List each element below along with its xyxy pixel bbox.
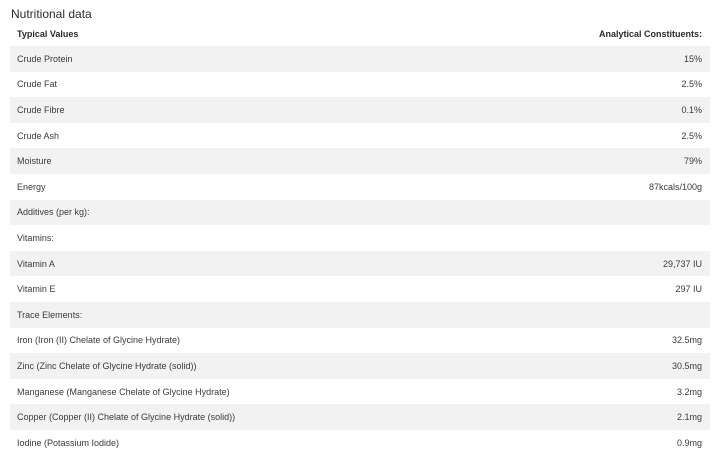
row-label: Crude Ash [17,130,60,141]
row-value: 2.5% [681,130,702,141]
row-value: 29,737 IU [662,258,702,269]
nutrition-table: Typical Values Analytical Constituents: … [10,21,710,456]
table-row: Energy 87kcals/100g [10,174,710,200]
row-value: 2.5% [681,79,702,90]
row-value: 0.1% [681,104,702,115]
table-row: Zinc (Zinc Chelate of Glycine Hydrate (s… [10,353,710,379]
header-analytical-constituents: Analytical Constituents: [598,28,702,39]
table-row: Iron (Iron (II) Chelate of Glycine Hydra… [10,328,710,354]
table-row: Crude Protein 15% [10,46,710,72]
row-value: 15% [683,53,702,64]
row-label: Moisture [17,156,52,167]
row-label: Crude Fat [17,79,58,90]
section-title: Nutritional data [11,7,92,21]
nutrition-panel: Nutritional data Typical Values Analytic… [0,0,723,463]
row-label: Iron (Iron (II) Chelate of Glycine Hydra… [17,335,181,346]
table-row: Vitamin E 297 IU [10,276,710,302]
table-row: Vitamins: [10,225,710,251]
row-label: Zinc (Zinc Chelate of Glycine Hydrate (s… [17,360,197,371]
row-label: Crude Fibre [17,104,65,115]
header-typical-values: Typical Values [17,28,79,39]
row-value: 3.2mg [676,386,702,397]
table-row: Manganese (Manganese Chelate of Glycine … [10,379,710,405]
table-row: Moisture 79% [10,148,710,174]
row-label: Vitamin A [17,258,55,269]
table-header: Typical Values Analytical Constituents: [10,21,710,46]
row-value: 32.5mg [671,335,702,346]
row-label: Vitamin E [17,284,56,295]
table-row: Copper (Copper (II) Chelate of Glycine H… [10,404,710,430]
row-value: 2.1mg [676,412,702,423]
row-label: Additives (per kg): [17,207,90,218]
table-row: Iodine (Potassium Iodide) 0.9mg [10,430,710,456]
row-value: 0.9mg [676,437,702,448]
row-label: Trace Elements: [17,309,83,320]
row-label: Iodine (Potassium Iodide) [17,437,120,448]
table-row: Trace Elements: [10,301,710,328]
row-label: Vitamins: [17,232,54,243]
row-label: Manganese (Manganese Chelate of Glycine … [17,386,230,397]
row-value: 87kcals/100g [648,181,702,192]
table-row: Crude Fibre 0.1% [10,97,710,123]
table-row: Crude Ash 2.5% [10,123,710,149]
row-value: 297 IU [675,284,702,295]
table-row: Crude Fat 2.5% [10,72,710,98]
row-label: Copper (Copper (II) Chelate of Glycine H… [17,412,236,423]
table-row: Vitamin A 29,737 IU [10,250,710,277]
table-row: Additives (per kg): [10,199,710,226]
row-value: 30.5mg [671,360,702,371]
row-label: Crude Protein [17,53,73,64]
row-value: 79% [683,156,702,167]
row-label: Energy [17,181,46,192]
